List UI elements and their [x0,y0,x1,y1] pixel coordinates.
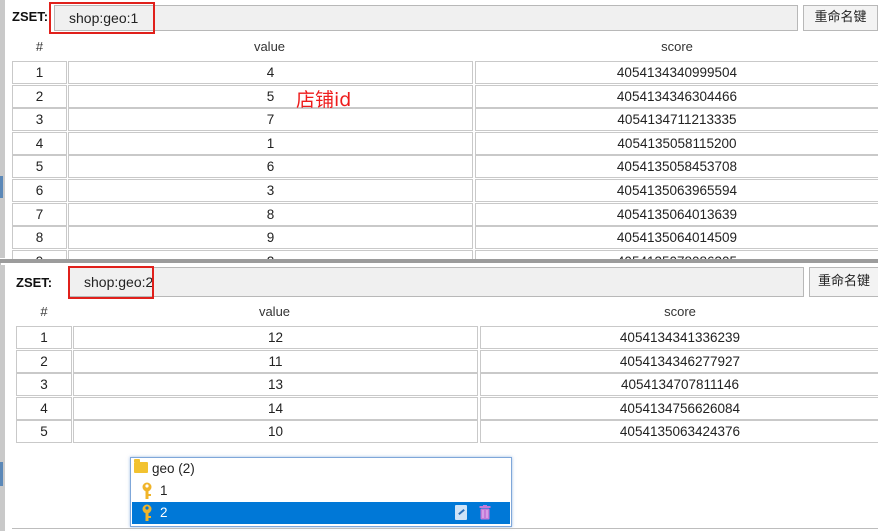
tree-item-label: 2 [160,505,168,520]
cell-value[interactable]: 8 [68,202,473,226]
key-icon [142,482,152,499]
cell-value[interactable]: 5 [68,84,473,108]
cell-index[interactable]: 2 [12,84,67,108]
cell-value[interactable]: 1 [68,131,473,155]
cell-value[interactable]: 14 [73,396,478,420]
table-header: # value score [16,304,878,322]
table-row[interactable]: 2 11 4054134346277927 [16,349,878,373]
cell-value[interactable]: 10 [73,420,478,444]
table-row[interactable]: 8 9 4054135064014509 [12,226,878,250]
cell-index[interactable]: 1 [12,61,67,84]
header-index[interactable]: # [12,39,67,54]
cell-index[interactable]: 4 [16,396,72,420]
tree-item-2[interactable]: 2 [132,502,510,524]
table-row[interactable]: 1 12 4054134341336239 [16,326,878,349]
cell-index[interactable]: 5 [16,420,72,444]
cell-score[interactable]: 4054135064014509 [475,226,878,250]
cell-score[interactable]: 4054134711213335 [475,108,878,132]
cell-value[interactable]: 4 [68,61,473,84]
table-row[interactable]: 1 4 4054134340999504 [12,61,878,84]
header-value[interactable]: value [67,39,472,54]
highlight-box [49,2,155,34]
cell-score[interactable]: 4054134346304466 [475,84,878,108]
trash-icon[interactable] [479,505,491,520]
table-row[interactable]: 4 14 4054134756626084 [16,396,878,420]
key-name-field[interactable]: shop:geo:2 [69,267,804,297]
bottom-border [12,528,878,529]
cell-index[interactable]: 3 [12,108,67,132]
cell-score[interactable]: 4054135063424376 [480,420,878,444]
cell-value[interactable]: 11 [73,349,478,373]
gutter-marker [0,462,3,486]
cell-value[interactable]: 13 [73,373,478,397]
header-score[interactable]: score [481,304,878,319]
cell-score[interactable]: 4054135063965594 [475,179,878,202]
tree-item-label: 1 [160,483,168,498]
cell-index[interactable]: 4 [12,131,67,155]
cell-score[interactable]: 4054134756626084 [480,396,878,420]
cell-score[interactable]: 4054134346277927 [480,349,878,373]
cell-index[interactable]: 6 [12,179,67,202]
cell-score[interactable]: 4054134340999504 [475,61,878,84]
edit-icon[interactable] [455,505,467,520]
rename-key-button[interactable]: 重命名键 [809,267,878,297]
table-row[interactable]: 3 13 4054134707811146 [16,373,878,397]
header-value[interactable]: value [72,304,477,319]
folder-icon [134,459,148,473]
cell-value[interactable]: 9 [68,226,473,250]
cell-value[interactable]: 12 [73,326,478,349]
cell-index[interactable]: 3 [16,373,72,397]
left-gutter [0,0,5,258]
type-label: ZSET: [16,275,53,290]
table-row[interactable]: 7 8 4054135064013639 [12,202,878,226]
key-tree-popup: geo (2) 1 2 [130,457,512,527]
tree-folder-geo[interactable]: geo (2) [132,458,510,480]
cell-value[interactable]: 3 [68,179,473,202]
header-index[interactable]: # [16,304,72,319]
table-header: # value score [12,39,878,57]
rename-key-button[interactable]: 重命名键 [803,5,878,31]
cell-score[interactable]: 4054134707811146 [480,373,878,397]
cell-value[interactable]: 7 [68,108,473,132]
cell-index[interactable]: 8 [12,226,67,250]
cell-index[interactable]: 2 [16,349,72,373]
table-row[interactable]: 5 6 4054135058453708 [12,155,878,179]
cell-value[interactable]: 6 [68,155,473,179]
left-gutter [0,265,5,531]
cell-score[interactable]: 4054135058453708 [475,155,878,179]
gutter-marker [0,176,3,198]
key-name-field[interactable]: shop:geo:1 [54,5,798,31]
cell-index[interactable]: 1 [16,326,72,349]
cell-index[interactable]: 7 [12,202,67,226]
zset-panel-1: ZSET: shop:geo:1 重命名键 # value score 1 4 40… [0,0,878,260]
cell-index[interactable]: 5 [12,155,67,179]
table-row[interactable]: 3 7 4054134711213335 [12,108,878,132]
key-icon [142,504,152,521]
table-row[interactable]: 2 5 4054134346304466 [12,84,878,108]
cell-score[interactable]: 4054135064013639 [475,202,878,226]
annotation-text: 店铺id [296,89,352,111]
table-row[interactable]: 5 10 4054135063424376 [16,420,878,444]
type-label: ZSET: [12,9,49,24]
header-score[interactable]: score [476,39,878,54]
table-row[interactable]: 6 3 4054135063965594 [12,179,878,202]
table-row[interactable]: 4 1 4054135058115200 [12,131,878,155]
cell-score[interactable]: 4054135058115200 [475,131,878,155]
cell-score[interactable]: 4054134341336239 [480,326,878,349]
tree-folder-label: geo (2) [152,461,195,476]
highlight-box [68,266,154,299]
tree-item-1[interactable]: 1 [132,480,510,502]
